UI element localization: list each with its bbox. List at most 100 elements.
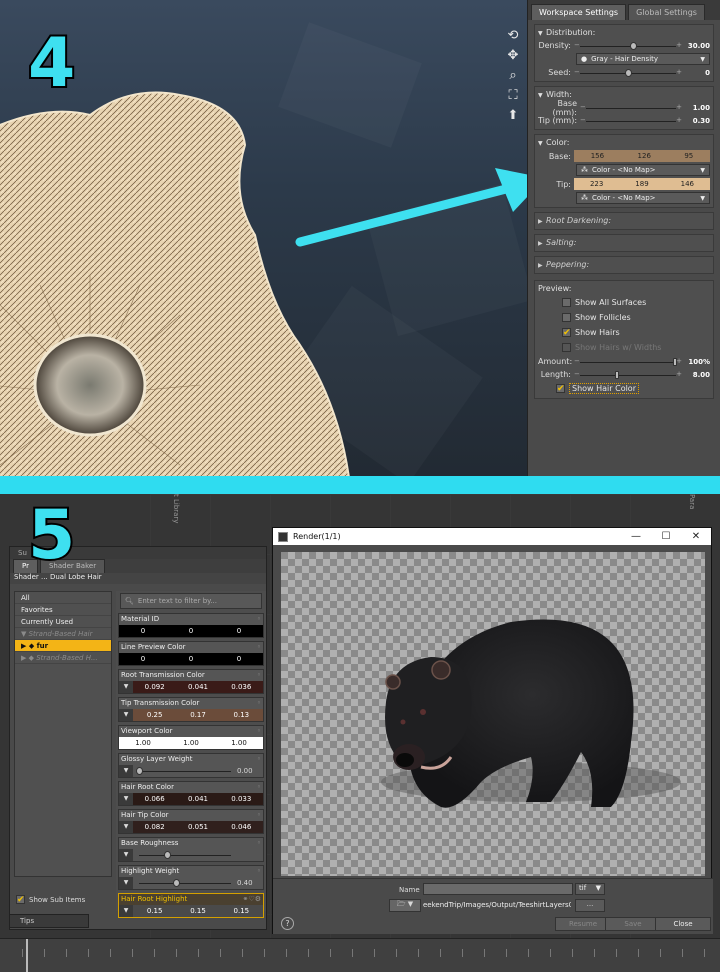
map-menu-button[interactable]: ▼ bbox=[119, 709, 133, 721]
property-options-icon[interactable]: ⚭♡⚙ bbox=[243, 894, 261, 905]
checkmark-icon[interactable]: ✔ bbox=[556, 384, 565, 394]
slider-knob[interactable] bbox=[136, 767, 143, 775]
slider-knob[interactable] bbox=[163, 851, 171, 859]
filter-input[interactable]: 🔍︎ Enter text to filter by... bbox=[120, 593, 262, 609]
show-hair-color-check[interactable]: ✔ Show Hair Color bbox=[538, 381, 710, 396]
root-darkening-header[interactable]: ▶ Root Darkening: bbox=[538, 215, 710, 227]
timeline[interactable] bbox=[0, 938, 720, 972]
seed-slider[interactable]: − + bbox=[574, 68, 682, 78]
distribution-header[interactable]: ▼ Distribution: bbox=[538, 27, 710, 39]
slider-knob[interactable] bbox=[615, 370, 620, 379]
property-value[interactable]: ▼ 0.066 0.041 0.033 bbox=[119, 793, 263, 805]
help-icon[interactable]: ? bbox=[281, 917, 294, 930]
amount-value[interactable]: 100% bbox=[682, 358, 710, 366]
tree-item-currently-used[interactable]: Currently Used bbox=[15, 616, 111, 628]
maximize-icon[interactable]: ☐ bbox=[651, 531, 681, 542]
base-width-value[interactable]: 1.00 bbox=[682, 104, 710, 112]
tab-workspace-settings[interactable]: Workspace Settings bbox=[531, 4, 627, 20]
property-value[interactable]: 0 0 0 bbox=[119, 653, 263, 665]
property-dot-icon[interactable]: ◦ bbox=[257, 810, 261, 821]
tip-width-slider[interactable]: − + bbox=[580, 116, 682, 126]
property-dot-icon[interactable]: ◦ bbox=[257, 698, 261, 709]
map-menu-button[interactable]: ▼ bbox=[119, 681, 133, 693]
show-follicles-check[interactable]: Show Follicles bbox=[538, 310, 710, 325]
property-value[interactable]: ▼ bbox=[119, 849, 263, 861]
map-menu-button[interactable]: ▼ bbox=[119, 877, 133, 889]
parameters-tab[interactable]: Para bbox=[688, 494, 696, 509]
property-dot-icon[interactable]: ◦ bbox=[257, 866, 261, 877]
show-all-surfaces-check[interactable]: Show All Surfaces bbox=[538, 295, 710, 310]
property-slider[interactable] bbox=[133, 850, 237, 860]
frame-icon[interactable]: ⛶ bbox=[505, 88, 521, 104]
name-input[interactable] bbox=[423, 883, 573, 895]
map-menu-button[interactable]: ▼ bbox=[119, 765, 133, 777]
property-dot-icon[interactable]: ◦ bbox=[257, 642, 261, 653]
checkmark-icon[interactable]: ✔ bbox=[562, 328, 571, 338]
plus-icon[interactable]: + bbox=[676, 103, 682, 111]
base-color-map-dropdown[interactable]: ⁂ Color - <No Map> ▼ bbox=[576, 164, 710, 176]
zoom-icon[interactable]: ⌕ bbox=[505, 68, 521, 84]
peppering-header[interactable]: ▶ Peppering: bbox=[538, 259, 710, 271]
property-dot-icon[interactable]: ◦ bbox=[257, 726, 261, 737]
minus-icon[interactable]: − bbox=[580, 103, 586, 111]
map-menu-button[interactable]: ▼ bbox=[119, 905, 133, 917]
checkbox[interactable] bbox=[562, 298, 571, 307]
fur-model[interactable] bbox=[0, 85, 350, 476]
map-menu-button[interactable]: ▼ bbox=[119, 821, 133, 833]
checkbox[interactable] bbox=[562, 313, 571, 322]
tips-tab[interactable]: Tips bbox=[9, 914, 89, 928]
plus-icon[interactable]: + bbox=[676, 357, 682, 365]
slider-knob[interactable] bbox=[172, 879, 180, 887]
property-dot-icon[interactable]: ◦ bbox=[257, 838, 261, 849]
browse-button[interactable]: ... bbox=[575, 899, 605, 912]
reset-view-icon[interactable]: ⬆ bbox=[505, 108, 521, 124]
show-sub-items-check[interactable]: ✔ Show Sub Items bbox=[16, 895, 85, 905]
minus-icon[interactable]: − bbox=[574, 41, 580, 49]
property-value[interactable]: ▼ 0.40 bbox=[119, 877, 263, 889]
slider-knob[interactable] bbox=[625, 68, 632, 77]
amount-slider[interactable]: − + bbox=[574, 357, 682, 367]
show-hairs-check[interactable]: ✔ Show Hairs bbox=[538, 325, 710, 340]
plus-icon[interactable]: + bbox=[676, 116, 682, 124]
property-value[interactable]: ▼ 0.15 0.15 0.15 bbox=[119, 905, 263, 917]
surfaces-tab-label[interactable]: Su bbox=[18, 549, 27, 557]
map-menu-button[interactable]: ▼ bbox=[119, 793, 133, 805]
resume-button[interactable]: Resume bbox=[555, 917, 611, 931]
property-value[interactable]: 1.00 1.00 1.00 bbox=[119, 737, 263, 749]
salting-header[interactable]: ▶ Salting: bbox=[538, 237, 710, 249]
tree-item-favorites[interactable]: Favorites bbox=[15, 604, 111, 616]
orbit-icon[interactable]: ⟲ bbox=[505, 28, 521, 44]
property-value[interactable]: ▼ 0.082 0.051 0.046 bbox=[119, 821, 263, 833]
folder-button[interactable]: 🗁 ▼ bbox=[389, 899, 421, 912]
map-menu-button[interactable]: ▼ bbox=[119, 849, 133, 861]
minimize-icon[interactable]: — bbox=[621, 531, 651, 542]
density-map-dropdown[interactable]: ● Gray - Hair Density ▼ bbox=[576, 53, 710, 65]
render-titlebar[interactable]: Render(1/1) — ☐ ✕ bbox=[273, 528, 711, 545]
property-value[interactable]: ▼ 0.25 0.17 0.13 bbox=[119, 709, 263, 721]
color-header[interactable]: ▼ Color: bbox=[538, 137, 710, 149]
density-value[interactable]: 30.00 bbox=[682, 42, 710, 50]
tree-item-strand-hair[interactable]: ▼ Strand-Based Hair bbox=[15, 628, 111, 640]
property-dot-icon[interactable]: ◦ bbox=[257, 782, 261, 793]
plus-icon[interactable]: + bbox=[676, 41, 682, 49]
density-slider[interactable]: − + bbox=[574, 41, 682, 51]
property-value[interactable]: ▼ 0.00 bbox=[119, 765, 263, 777]
extension-dropdown[interactable]: tif ▼ bbox=[575, 883, 605, 895]
minus-icon[interactable]: − bbox=[574, 357, 580, 365]
property-dot-icon[interactable]: ◦ bbox=[257, 754, 261, 765]
tip-color-map-dropdown[interactable]: ⁂ Color - <No Map> ▼ bbox=[576, 192, 710, 204]
checkmark-icon[interactable]: ✔ bbox=[16, 895, 25, 905]
tip-width-value[interactable]: 0.30 bbox=[682, 117, 710, 125]
base-color-swatch[interactable]: 156 126 95 bbox=[574, 150, 710, 162]
length-value[interactable]: 8.00 bbox=[682, 371, 710, 379]
property-value[interactable]: 0 0 0 bbox=[119, 625, 263, 637]
close-icon[interactable]: ✕ bbox=[681, 531, 711, 542]
property-dot-icon[interactable]: ◦ bbox=[257, 614, 261, 625]
save-button[interactable]: Save bbox=[605, 917, 661, 931]
plus-icon[interactable]: + bbox=[676, 370, 682, 378]
tree-item-all[interactable]: All bbox=[15, 592, 111, 604]
minus-icon[interactable]: − bbox=[580, 116, 586, 124]
property-slider[interactable] bbox=[133, 766, 237, 776]
property-value[interactable]: ▼ 0.092 0.041 0.036 bbox=[119, 681, 263, 693]
plus-icon[interactable]: + bbox=[676, 68, 682, 76]
